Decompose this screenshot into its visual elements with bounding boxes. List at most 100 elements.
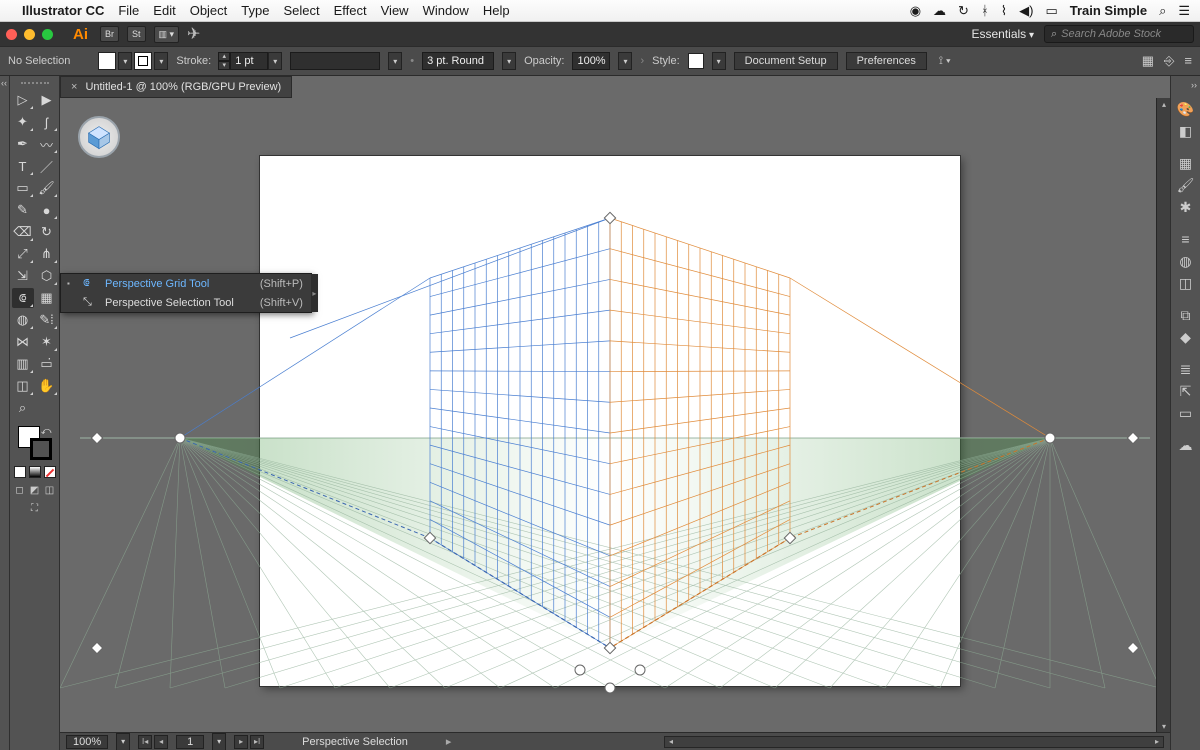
menu-window[interactable]: Window: [423, 3, 469, 18]
gradient-tool[interactable]: ◍: [12, 310, 34, 330]
free-transform-tool[interactable]: ⇲: [12, 266, 34, 286]
fill-stroke-control[interactable]: ⤺: [18, 426, 52, 460]
artboard-dd[interactable]: ▾: [212, 733, 226, 750]
symbols-panel-icon[interactable]: ✱: [1177, 198, 1195, 216]
cc-cloud-icon[interactable]: ☁︎: [933, 3, 946, 19]
stock-button[interactable]: St: [127, 26, 146, 42]
menu-view[interactable]: View: [381, 3, 409, 18]
swatches-panel-icon[interactable]: ▦: [1177, 154, 1195, 172]
menu-edit[interactable]: Edit: [153, 3, 175, 18]
draw-behind-icon[interactable]: ◩: [29, 484, 41, 496]
scale-tool[interactable]: ⤢: [12, 244, 34, 264]
asset-export-panel-icon[interactable]: ⇱: [1177, 382, 1195, 400]
eraser-tool[interactable]: ⌫: [12, 222, 34, 242]
blend-tool[interactable]: ⋈: [12, 332, 34, 352]
flyout-perspective-grid[interactable]: ▪⟃ Perspective Grid Tool (Shift+P): [61, 274, 311, 293]
left-dock-collapse[interactable]: ‹‹: [0, 76, 10, 750]
bluetooth-icon[interactable]: ᚼ: [981, 3, 989, 18]
paintbrush-tool[interactable]: 🖌: [36, 178, 58, 198]
magic-wand-tool[interactable]: ✦: [12, 112, 34, 132]
swap-fill-stroke-icon[interactable]: ⤺: [41, 426, 52, 437]
stroke-panel-icon[interactable]: ≡: [1177, 230, 1195, 248]
blob-brush-tool[interactable]: ●: [36, 200, 58, 220]
fill-swatch[interactable]: [98, 52, 116, 70]
close-window[interactable]: [6, 29, 17, 40]
canvas-area[interactable]: × Untitled-1 @ 100% (RGB/GPU Preview): [60, 76, 1170, 750]
style-swatch[interactable]: [688, 53, 704, 69]
document-tab[interactable]: × Untitled-1 @ 100% (RGB/GPU Preview): [60, 76, 292, 98]
draw-inside-icon[interactable]: ◫: [44, 484, 56, 496]
bridge-button[interactable]: Br: [100, 26, 119, 42]
appearance-panel-icon[interactable]: ⧉: [1177, 306, 1195, 324]
brush-def-dd[interactable]: [290, 52, 380, 70]
line-tool[interactable]: ／: [36, 156, 58, 176]
menu-type[interactable]: Type: [241, 3, 269, 18]
screen-mode-icon[interactable]: ⛶: [24, 502, 46, 514]
zoom-window[interactable]: [42, 29, 53, 40]
menu-effect[interactable]: Effect: [334, 3, 367, 18]
vertical-scrollbar[interactable]: ▴ ▾: [1156, 98, 1170, 732]
slice-tool[interactable]: ◫: [12, 376, 34, 396]
draw-normal-icon[interactable]: ◻︎: [14, 484, 26, 496]
menu-app[interactable]: Illustrator CC: [22, 3, 104, 18]
color-none[interactable]: [44, 466, 56, 478]
var-width-dd[interactable]: ▾: [502, 52, 516, 70]
menu-brand[interactable]: Train Simple: [1070, 3, 1147, 18]
graphic-styles-panel-icon[interactable]: ◆: [1177, 328, 1195, 346]
selection-tool[interactable]: ▷: [12, 90, 34, 110]
color-panel-icon[interactable]: 🎨: [1177, 100, 1195, 118]
color-gradient[interactable]: [29, 466, 41, 478]
volume-icon[interactable]: ◀︎): [1019, 3, 1033, 19]
flyout-perspective-selection[interactable]: ⤡ Perspective Selection Tool (Shift+V): [61, 293, 311, 312]
stroke-swatch[interactable]: [134, 52, 152, 70]
isolate-icon[interactable]: ⎆: [1164, 53, 1174, 69]
var-width-profile[interactable]: 3 pt. Round: [422, 52, 494, 70]
close-tab-icon[interactable]: ×: [71, 81, 77, 93]
perspective-grid[interactable]: [60, 98, 1170, 732]
preferences-button[interactable]: Preferences: [846, 52, 927, 70]
wifi-icon[interactable]: ⌇: [1001, 3, 1007, 19]
opacity-input[interactable]: 100%: [572, 52, 610, 70]
stroke-box[interactable]: [30, 438, 52, 460]
stroke-dropdown[interactable]: ▾: [154, 52, 168, 70]
status-menu-icon[interactable]: ▸: [446, 735, 452, 748]
scroll-down-icon[interactable]: ▾: [1157, 720, 1170, 732]
stroke-up[interactable]: ▴: [218, 52, 230, 61]
lasso-tool[interactable]: ʃ: [36, 112, 58, 132]
transform-panel-icon[interactable]: ▦: [1142, 53, 1154, 69]
menu-object[interactable]: Object: [190, 3, 228, 18]
curvature-tool[interactable]: 〰: [36, 134, 58, 154]
artboard-tool[interactable]: ▭̇: [36, 354, 58, 374]
flyout-tearoff-handle[interactable]: ▸: [311, 274, 318, 312]
fill-dropdown[interactable]: ▾: [118, 52, 132, 70]
brushes-panel-icon[interactable]: 🖌: [1177, 176, 1195, 194]
pen-tool[interactable]: ✒: [12, 134, 34, 154]
first-artboard-icon[interactable]: I◂: [138, 735, 152, 749]
gpu-perf-icon[interactable]: ✈︎: [187, 24, 200, 44]
arrange-docs-button[interactable]: ▥ ▾: [154, 26, 180, 43]
opacity-dd[interactable]: ▾: [618, 52, 632, 70]
artboards-panel-icon[interactable]: ▭: [1177, 404, 1195, 422]
workspace-switcher[interactable]: Essentials: [971, 27, 1034, 41]
menu-file[interactable]: File: [118, 3, 139, 18]
eyedropper-tool[interactable]: ✎⁞: [36, 310, 58, 330]
brush-def-arrow[interactable]: ▾: [388, 52, 402, 70]
style-dd[interactable]: ▾: [712, 52, 726, 70]
stroke-weight-input[interactable]: 1 pt: [230, 52, 268, 70]
rectangle-tool[interactable]: ▭: [12, 178, 34, 198]
spotlight-icon[interactable]: ⌕: [1159, 3, 1166, 19]
backup-icon[interactable]: ↻: [958, 3, 969, 19]
menu-select[interactable]: Select: [283, 3, 319, 18]
battery-icon[interactable]: ▭: [1045, 3, 1057, 19]
menu-extras-icon[interactable]: ☰: [1178, 3, 1190, 19]
prev-artboard-icon[interactable]: ◂: [154, 735, 168, 749]
stroke-weight-dd[interactable]: ▾: [268, 52, 282, 70]
rotate-tool[interactable]: ↻: [36, 222, 58, 242]
opacity-label[interactable]: Opacity:: [524, 55, 564, 67]
scroll-right-icon[interactable]: ▸: [1151, 737, 1163, 747]
cc-libraries-panel-icon[interactable]: ☁︎: [1177, 436, 1195, 454]
perspective-grid-tool[interactable]: ⟃: [12, 288, 34, 308]
color-solid[interactable]: [14, 466, 26, 478]
last-artboard-icon[interactable]: ▸I: [250, 735, 264, 749]
hand-tool[interactable]: ✋: [36, 376, 58, 396]
